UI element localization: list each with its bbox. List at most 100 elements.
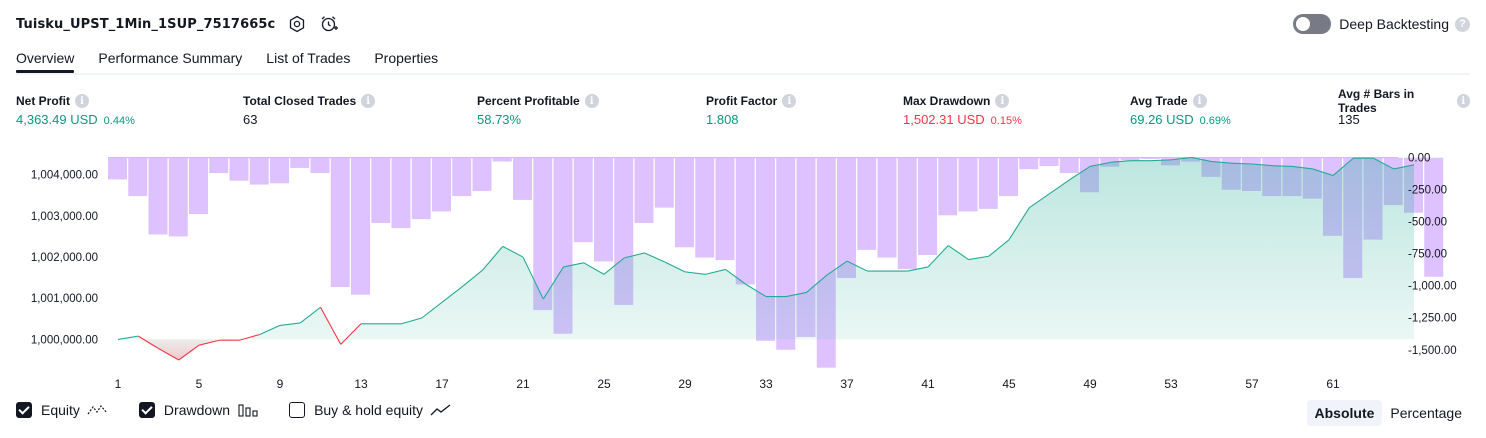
right-tick-label: -1,000.00 — [1408, 281, 1457, 293]
drawdown-bar — [492, 157, 512, 162]
deep-backtesting-label: Deep Backtesting — [1339, 16, 1449, 32]
question-icon[interactable]: ? — [1455, 16, 1470, 32]
absolute-button[interactable]: Absolute — [1306, 400, 1383, 426]
deep-backtesting-toggle[interactable] — [1293, 14, 1332, 34]
deep-backtesting-control: Deep Backtesting ? — [1293, 14, 1470, 34]
info-icon[interactable]: i — [75, 94, 89, 108]
strategy-title: Tuisku_UPST_1Min_1SUP_7517665c — [16, 16, 276, 32]
drawdown-bar — [310, 157, 330, 174]
right-tick-label: -1,500.00 — [1408, 345, 1457, 357]
drawdown-bar — [675, 157, 694, 248]
percentage-button[interactable]: Percentage — [1382, 400, 1470, 426]
drawdown-bar — [148, 157, 168, 235]
stat-label: Total Closed Trades — [243, 94, 357, 108]
drawdown-bar — [634, 157, 654, 223]
stat-avg-trade: Avg Trade i 69.26 USD 0.69% — [1130, 92, 1231, 127]
drawdown-bar — [452, 157, 472, 197]
tab-bar: Overview Performance Summary List of Tra… — [16, 44, 1470, 75]
drawdown-bar — [189, 157, 208, 215]
drawdown-bar — [108, 157, 127, 180]
drawdown-bar — [1059, 157, 1079, 174]
x-tick-label: 9 — [277, 377, 284, 391]
x-tick-label: 61 — [1326, 377, 1340, 391]
tab-performance-summary[interactable]: Performance Summary — [98, 44, 242, 71]
buy-hold-checkbox[interactable] — [289, 402, 306, 418]
left-tick-label: 1,003,000.00 — [31, 211, 98, 223]
buy-hold-line-icon — [430, 404, 451, 416]
drawdown-bar — [958, 157, 978, 212]
drawdown-bar — [513, 157, 532, 200]
stat-percent: 0.69% — [1199, 115, 1231, 127]
drawdown-bar — [1019, 157, 1039, 170]
drawdown-bar — [897, 157, 917, 270]
x-tick-label: 25 — [597, 377, 611, 391]
drawdown-bar — [837, 157, 856, 279]
x-tick-label: 41 — [921, 377, 935, 391]
stat-avg-bars: Avg # Bars in Trades i 135 — [1338, 87, 1470, 127]
x-tick-label: 29 — [678, 377, 692, 391]
drawdown-bars-icon — [238, 404, 258, 417]
equity-checkbox[interactable] — [16, 402, 32, 418]
legend-drawdown[interactable]: Drawdown — [138, 402, 259, 418]
drawdown-bar — [735, 157, 755, 285]
drawdown-bar — [695, 157, 715, 258]
chart-legend: Equity Drawdown Buy & hold equity — [16, 402, 482, 418]
x-tick-label: 21 — [516, 377, 530, 391]
x-tick-label: 13 — [354, 377, 368, 391]
drawdown-bar — [573, 157, 593, 243]
drawdown-bar — [411, 157, 431, 220]
right-tick-label: -750.00 — [1408, 249, 1447, 261]
drawdown-bar — [209, 157, 229, 174]
stat-total-closed-trades: Total Closed Trades i 63 — [243, 92, 376, 127]
legend-buy-hold[interactable]: Buy & hold equity — [289, 402, 452, 418]
stat-label: Max Drawdown — [903, 94, 991, 108]
stat-value: 1,502.31 USD — [903, 112, 985, 127]
drawdown-bar — [877, 157, 897, 258]
x-tick-label: 5 — [196, 377, 203, 391]
settings-icon[interactable] — [287, 14, 307, 34]
drawdown-bar — [391, 157, 411, 229]
left-tick-label: 1,001,000.00 — [31, 293, 98, 305]
stat-net-profit: Net Profit i 4,363.49 USD 0.44% — [16, 92, 135, 127]
info-icon[interactable]: i — [782, 94, 797, 108]
stat-max-drawdown: Max Drawdown i 1,502.31 USD 0.15% — [903, 92, 1022, 127]
alarm-clock-icon[interactable] — [319, 14, 339, 34]
drawdown-checkbox[interactable] — [138, 402, 155, 418]
info-icon[interactable]: i — [361, 94, 376, 108]
drawdown-bar — [918, 157, 937, 255]
drawdown-bar — [432, 157, 451, 212]
drawdown-bar — [229, 157, 249, 181]
x-tick-label: 45 — [1002, 377, 1016, 391]
info-icon[interactable]: i — [1192, 94, 1207, 108]
stat-label: Percent Profitable — [477, 94, 580, 108]
stat-profit-factor: Profit Factor i 1.808 — [706, 92, 797, 127]
tab-properties[interactable]: Properties — [374, 44, 438, 71]
drawdown-bar — [1120, 157, 1140, 161]
info-icon[interactable]: i — [995, 94, 1010, 108]
stat-value: 63 — [243, 112, 258, 127]
right-tick-label: 0.00 — [1408, 153, 1430, 165]
drawdown-bar — [999, 157, 1018, 197]
x-tick-label: 1 — [115, 377, 122, 391]
drawdown-bar — [371, 157, 391, 223]
tab-list-of-trades[interactable]: List of Trades — [266, 44, 350, 71]
equity-drawdown-chart[interactable]: 1,000,000.00 1,001,000.00 1,002,000.00 1,00… — [0, 140, 1486, 395]
left-tick-label: 1,000,000.00 — [31, 334, 98, 346]
legend-equity[interactable]: Equity — [16, 402, 109, 418]
info-icon[interactable]: i — [1456, 94, 1470, 108]
tab-overview[interactable]: Overview — [16, 44, 75, 73]
x-tick-label: 49 — [1083, 377, 1097, 391]
left-axis: 1,000,000.00 1,001,000.00 1,002,000.00 1,00… — [31, 170, 98, 347]
stat-percent-profitable: Percent Profitable i 58.73% — [477, 92, 599, 127]
drawdown-bar — [472, 157, 492, 191]
drawdown-bar — [249, 157, 269, 185]
x-tick-label: 37 — [840, 377, 854, 391]
drawdown-bar — [1039, 157, 1059, 167]
stat-percent: 0.15% — [990, 115, 1022, 127]
equity-line-icon — [87, 405, 108, 415]
drawdown-bar — [168, 157, 188, 237]
right-tick-label: -1,250.00 — [1408, 313, 1457, 325]
stat-value: 58.73% — [477, 112, 522, 127]
stat-value: 4,363.49 USD — [16, 112, 98, 127]
info-icon[interactable]: i — [584, 94, 599, 108]
